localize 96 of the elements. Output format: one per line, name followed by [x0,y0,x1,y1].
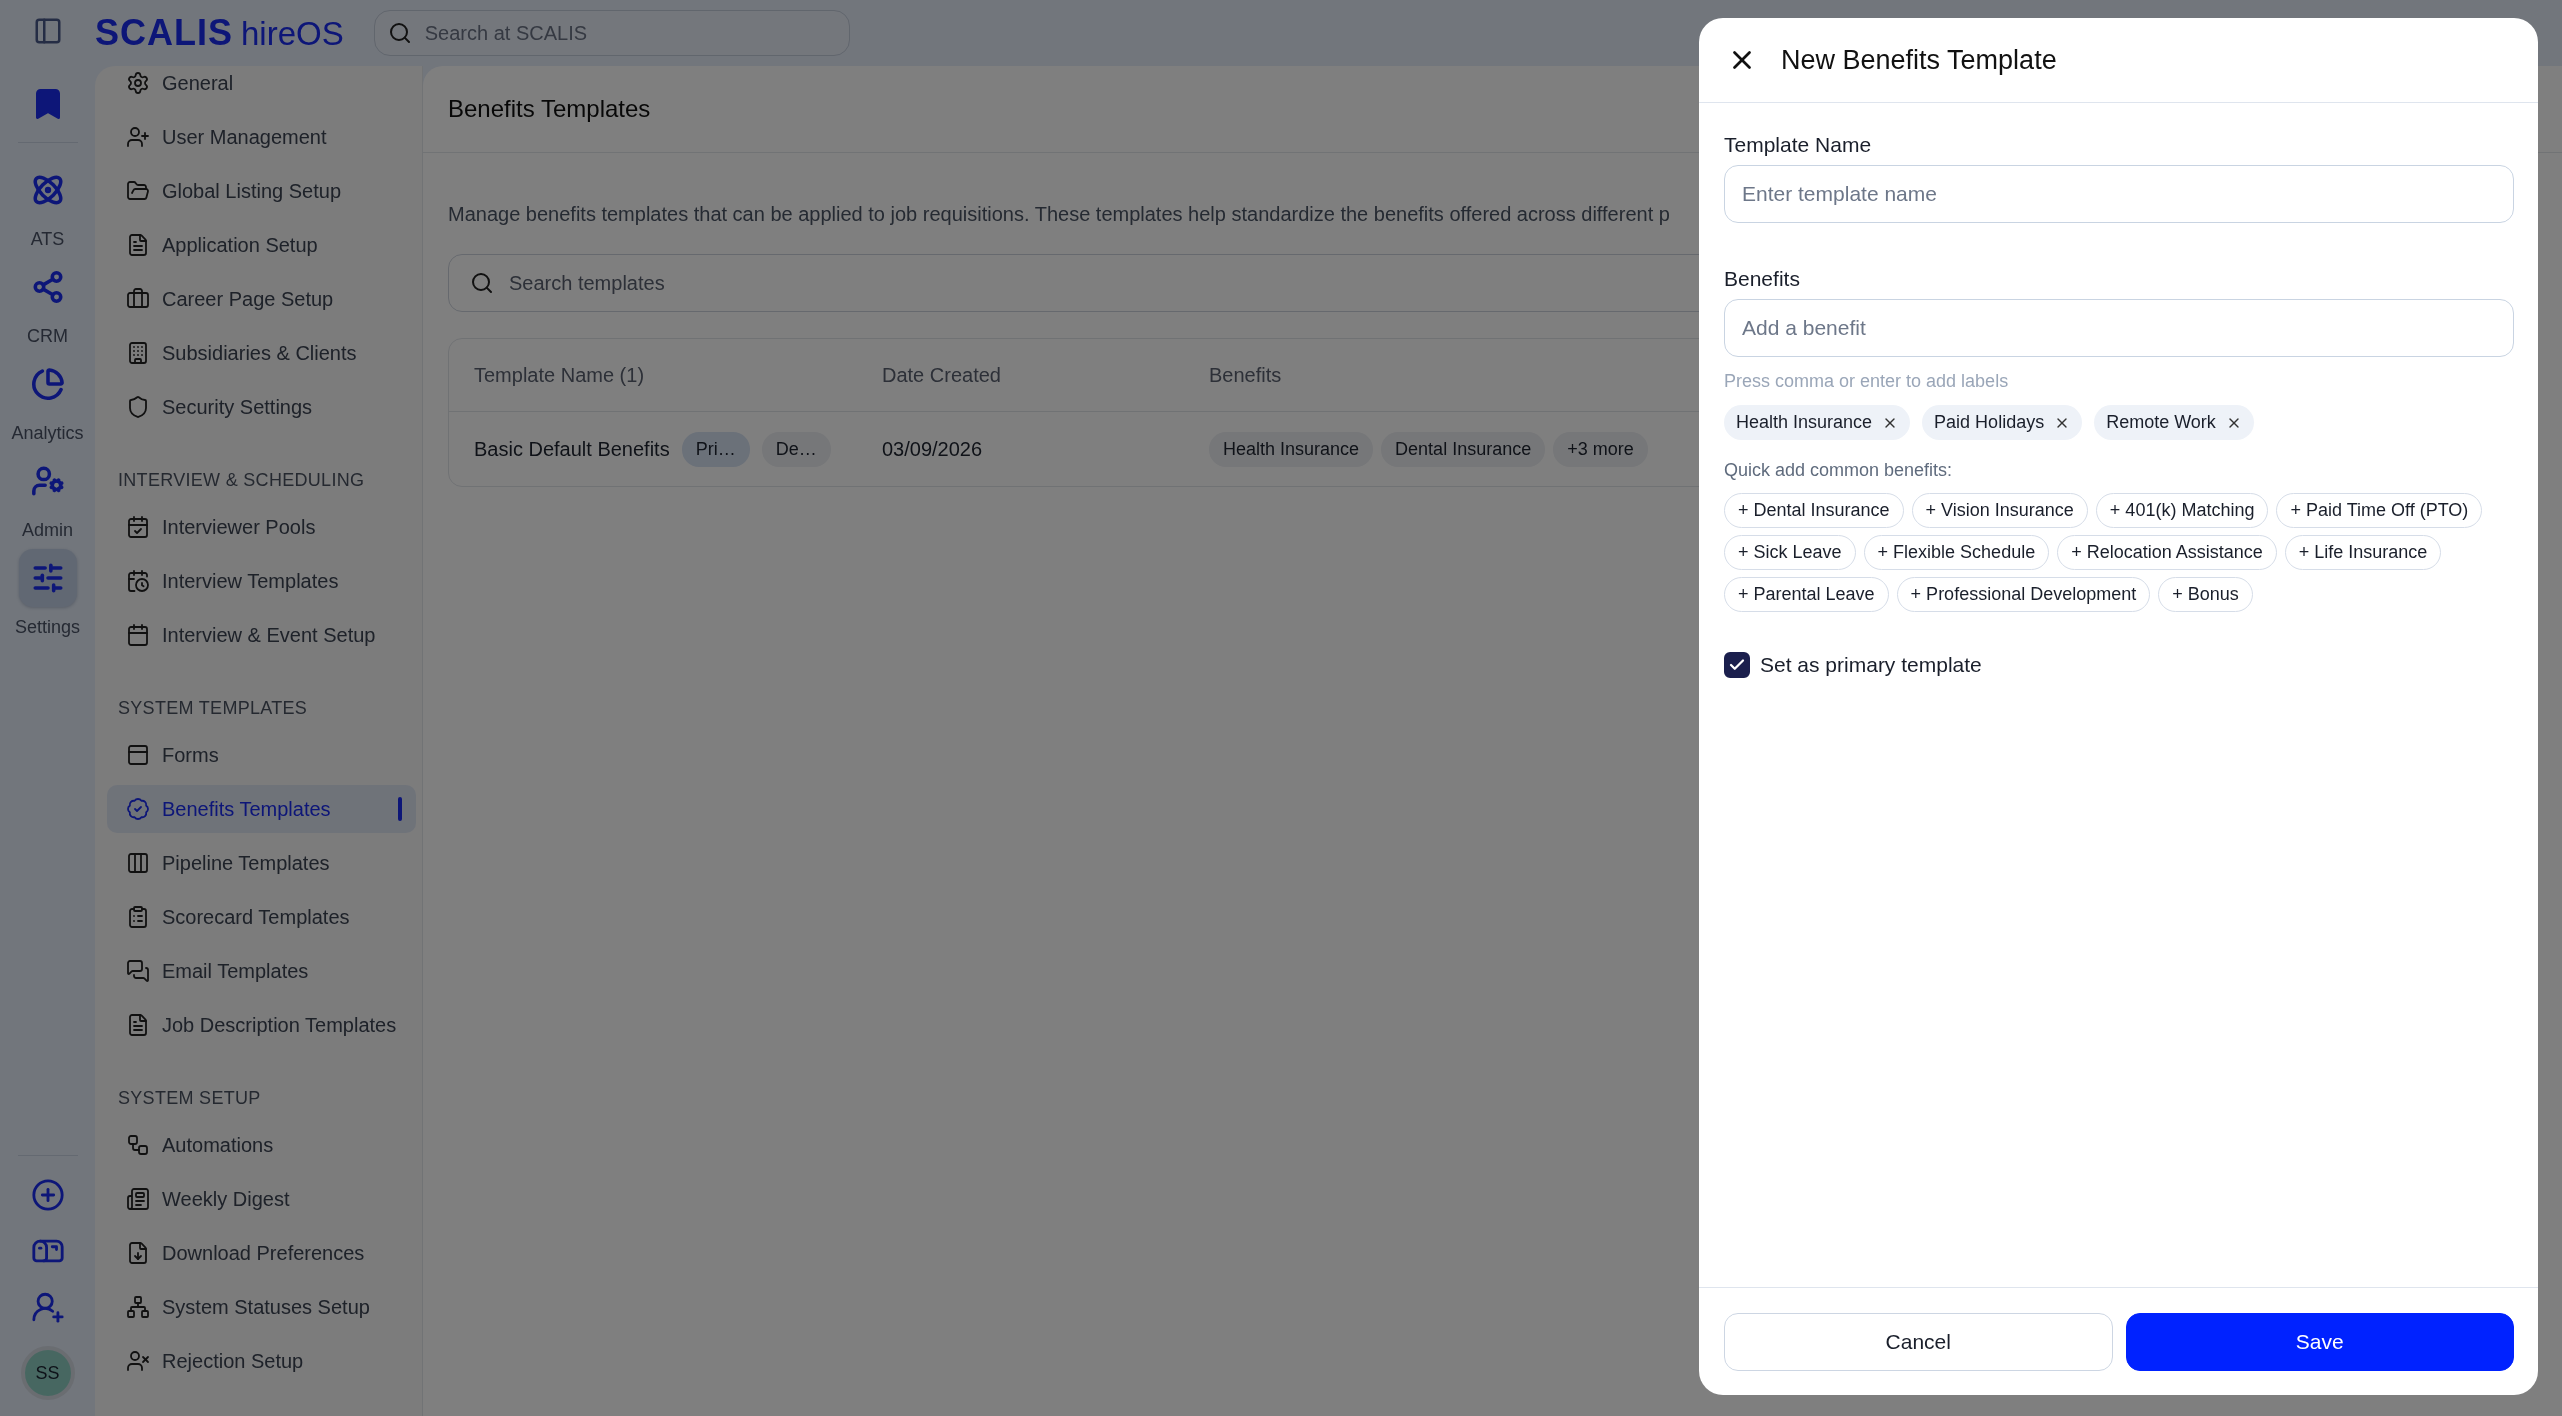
benefit-chip: Remote Work [2094,405,2254,440]
benefit-tag: Health Insurance [1209,431,1374,467]
quick-add-button[interactable]: + Bonus [2158,577,2253,612]
calendar-icon [126,623,150,647]
quick-add-button[interactable]: + Sick Leave [1724,535,1856,570]
sidebar-item[interactable]: Career Page Setup [107,272,416,326]
atom-icon [30,173,65,207]
quick-add-button[interactable]: + Professional Development [1896,577,2151,612]
file-download-icon [126,1241,150,1265]
quick-add-button[interactable]: + Parental Leave [1724,577,1889,612]
dialog-title: New Benefits Template [1781,44,2057,76]
quick-add-button[interactable]: + Dental Insurance [1724,493,1904,528]
section-heading: SYSTEM SETUP [117,1087,262,1110]
folder-icon [126,179,150,203]
sidebar-item[interactable]: Pipeline Templates [107,836,416,890]
sidebar-item[interactable]: Download Preferences [107,1226,416,1280]
page-title: Benefits Templates [448,95,651,123]
sidebar-item[interactable]: Subsidiaries & Clients [107,326,416,380]
document-icon [126,1013,150,1037]
hint-text: Press comma or enter to add labels [1724,371,2010,392]
badge-check-icon [126,797,150,821]
benefit-tag: +3 more [1553,431,1648,467]
benefit-tag: Dental Insurance [1381,431,1546,467]
user-plus-icon [126,125,150,149]
user-avatar[interactable]: SS [20,1346,75,1400]
sidebar-item[interactable]: Interview & Event Setup [107,608,416,662]
field-label: Benefits [1724,267,1801,291]
table-cell: Basic Default Benefits [474,437,670,461]
sidebar-item[interactable]: Interview Templates [107,554,416,608]
settings-icon [126,71,150,95]
user-add-icon[interactable] [30,1290,65,1324]
checkbox[interactable] [1724,652,1750,678]
input-field[interactable]: Enter template name [1724,165,2514,223]
workflow-icon [126,1133,150,1157]
chat-icon [126,959,150,983]
user-remove-icon [126,1349,150,1373]
logo: SCALIS hireOS [95,12,344,54]
save-button[interactable]: Save [2125,1313,2514,1371]
rail-label[interactable]: Admin [22,520,73,541]
briefcase-icon [126,287,150,311]
sidebar-item[interactable]: Email Templates [107,944,416,998]
calendar-clock-icon [126,569,150,593]
building-icon [126,341,150,365]
quick-add-button[interactable]: + Flexible Schedule [1863,535,2050,570]
section-heading: INTERVIEW & SCHEDULING [117,469,366,492]
sidebar-item[interactable]: Interviewer Pools [107,500,416,554]
newspaper-icon [126,1187,150,1211]
sidebar-item[interactable]: Security Settings [107,380,416,434]
sidebar-item[interactable]: Application Setup [107,218,416,272]
benefit-chip: Paid Holidays [1922,405,2083,440]
quick-add-button[interactable]: + 401(k) Matching [2095,493,2269,528]
quick-add-button[interactable]: + Relocation Assistance [2057,535,2277,570]
user-gear-icon [30,464,65,498]
tag: Pri… [681,431,750,467]
sidebar-item[interactable]: General [107,66,416,110]
quick-add-button[interactable]: + Paid Time Off (PTO) [2276,493,2483,528]
form-icon [126,743,150,767]
benefit-chip: Health Insurance [1724,405,1911,440]
sidebar-item[interactable]: Forms [107,728,416,782]
page-description: Manage benefits templates that can be applied to job requisitions. These templates help standardize the benefits offered across different p [448,203,1671,226]
add-icon[interactable] [30,1178,65,1212]
rail-button[interactable] [18,549,77,607]
sidebar-item[interactable]: User Management [107,110,416,164]
input-field[interactable]: Add a benefit [1724,299,2514,357]
document-icon [126,233,150,257]
pie-chart-icon [30,367,65,401]
rail-label[interactable]: ATS [30,229,65,250]
quick-add-button[interactable]: + Life Insurance [2284,535,2442,570]
section-heading: SYSTEM TEMPLATES [117,697,309,720]
sidebar-item[interactable]: System Statuses Setup [107,1280,416,1334]
hierarchy-icon [126,1295,150,1319]
sidebar-item[interactable]: Global Listing Setup [107,164,416,218]
rail-label[interactable]: CRM [27,326,68,347]
columns-icon [126,851,150,875]
column-header: Date Created [882,363,1001,387]
sidebar-item[interactable]: Automations [107,1118,416,1172]
sidebar-item[interactable]: Job Description Templates [107,998,416,1052]
column-header: Template Name (1) [474,363,645,387]
cancel-button[interactable]: Cancel [1724,1313,2113,1371]
calendar-user-icon [126,515,150,539]
sidebar-item[interactable]: Benefits Templates [107,785,416,833]
rail-label[interactable]: Settings [14,617,80,638]
table-cell: 03/09/2026 [882,437,983,461]
clipboard-icon [126,905,150,929]
rail-label[interactable]: Analytics [11,423,84,444]
tag: De… [761,431,831,467]
sidebar-item[interactable]: Rejection Setup [107,1334,416,1388]
checkbox-label: Set as primary template [1760,653,1982,677]
quick-add-label: Quick add common benefits: [1724,460,1954,481]
column-header: Benefits [1209,363,1282,387]
quick-add-button[interactable]: + Vision Insurance [1911,493,2088,528]
field-label: Template Name [1724,133,1873,157]
sidebar-item[interactable]: Weekly Digest [107,1172,416,1226]
search-field[interactable]: Search at SCALIS [373,10,850,56]
sidebar-item[interactable]: Scorecard Templates [107,890,416,944]
shield-icon [126,395,150,419]
